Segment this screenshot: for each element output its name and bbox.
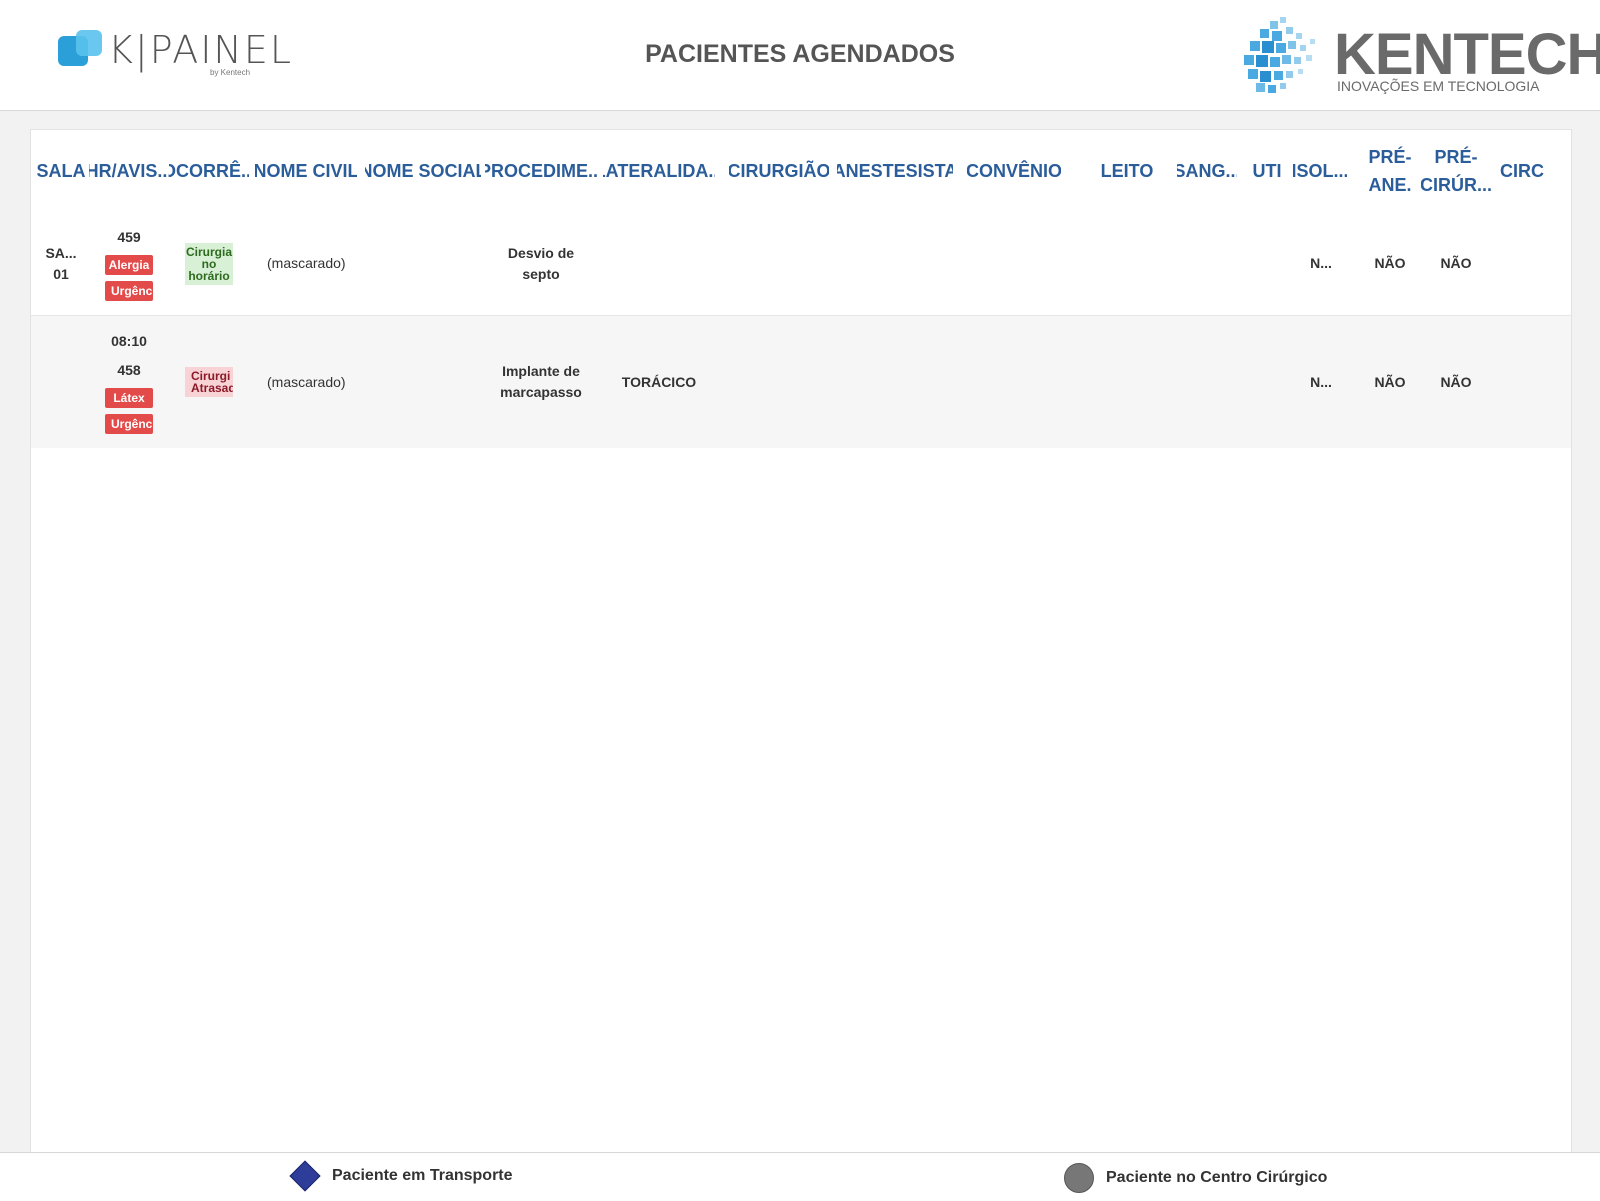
scheduled-time: 08:10 <box>111 333 147 349</box>
patients-table: SALA HR/AVIS... OCORRÊ... NOME CIVIL NOM… <box>30 129 1572 1153</box>
aviso-number: 458 <box>117 362 141 378</box>
occurrence-line: Cirurgia <box>185 244 232 259</box>
alert-badge: Urgênc <box>105 281 153 301</box>
cell-procedimento: Desvio de septo <box>507 244 575 282</box>
col-header-anestesista[interactable]: ANESTESISTA <box>837 130 953 212</box>
cell-ocorrencia: Cirurgia no horário <box>185 212 233 315</box>
cell-isolamento: N... <box>1310 373 1332 390</box>
col-header-pre-anestesia-line1: PRÉ- <box>1368 147 1412 167</box>
cell-pre-cirurgia: NÃO <box>1440 373 1472 390</box>
cell-hr-aviso: 459 Alergia Urgênc <box>105 212 153 315</box>
cell-nome-civil: (mascarado) <box>267 255 346 271</box>
col-header-ocorrencia[interactable]: OCORRÊ... <box>169 130 249 212</box>
col-header-nome-social[interactable]: NOME SOCIAL <box>365 130 481 212</box>
cell-sala <box>39 316 83 448</box>
sala-label: SA... <box>45 244 77 261</box>
cell-hr-aviso: 08:10 458 Látex Urgênc <box>105 316 153 448</box>
cell-procedimento: Implante de marcapasso <box>500 363 582 400</box>
kentech-logo-name: KENTECH <box>1334 22 1600 87</box>
cell-pre-cirurgia: NÃO <box>1440 255 1472 271</box>
alert-badge: Urgênc <box>105 414 153 434</box>
app-header: K|PAINEL by Kentech PACIENTES AGENDADOS <box>0 0 1600 111</box>
col-header-sala[interactable]: SALA <box>37 130 85 212</box>
cell-ocorrencia: Cirurgi Atrasad <box>185 316 233 448</box>
occurrence-status-badge: Cirurgia no horário <box>185 242 233 285</box>
sala-number: 01 <box>53 265 69 282</box>
legend-footer: Paciente em Transporte Paciente no Centr… <box>0 1152 1600 1201</box>
col-header-isolamento[interactable]: ISOL... <box>1293 130 1347 212</box>
col-header-sangue[interactable]: SANG... <box>1177 130 1237 212</box>
alert-badge: Alergia <box>105 255 153 275</box>
col-header-pre-anestesia-line2: ANE. <box>1368 175 1412 195</box>
cell-nome-social <box>377 212 477 315</box>
kentech-logo-tagline: INOVAÇÕES EM TECNOLOGIA <box>1337 78 1540 94</box>
col-header-lateralidade[interactable]: LATERALIDA... <box>603 130 715 212</box>
col-header-pre-cirurgia[interactable]: PRÉ- CIRÚR... <box>1421 130 1491 212</box>
col-header-pre-anestesia[interactable]: PRÉ- ANE. <box>1361 130 1419 212</box>
col-header-nome-civil[interactable]: NOME CIVIL <box>255 130 357 212</box>
cell-sala: SA... 01 <box>39 212 83 315</box>
legend-transport-label: Paciente em Transporte <box>332 1167 513 1184</box>
cell-pre-anestesia: NÃO <box>1374 255 1406 271</box>
col-header-hr-aviso[interactable]: HR/AVIS... <box>89 130 169 212</box>
col-header-pre-cirurgia-line2: CIRÚR... <box>1421 175 1491 195</box>
kpainel-logo-by: by Kentech <box>210 68 251 77</box>
aviso-number: 459 <box>117 229 141 245</box>
col-header-circulante[interactable]: CIRC <box>1497 130 1547 212</box>
col-header-convenio[interactable]: CONVÊNIO <box>967 130 1061 212</box>
legend-center: Paciente no Centro Cirúrgico <box>1064 1163 1327 1193</box>
col-header-leito[interactable]: LEITO <box>1099 130 1155 212</box>
legend-transport: Paciente em Transporte <box>289 1160 513 1192</box>
col-header-uti[interactable]: UTI <box>1249 130 1285 212</box>
col-header-cirurgiao[interactable]: CIRURGIÃO <box>729 130 829 212</box>
table-header: SALA HR/AVIS... OCORRÊ... NOME CIVIL NOM… <box>31 130 1571 213</box>
cell-lateralidade <box>611 212 707 315</box>
occurrence-status-badge: Cirurgi Atrasad <box>185 367 233 397</box>
col-header-procedimento[interactable]: PROCEDIME... <box>485 130 597 212</box>
occurrence-line: no <box>201 256 217 271</box>
circle-icon <box>1064 1163 1094 1193</box>
kentech-pixel-globe-icon <box>1244 17 1315 93</box>
alert-badge: Látex <box>105 388 153 408</box>
table-row[interactable]: 08:10 458 Látex Urgênc Cirurgi Atrasad (… <box>31 316 1571 448</box>
table-row[interactable]: SA... 01 459 Alergia Urgênc Cirurgia no … <box>31 212 1571 316</box>
kentech-logo: KENTECH INOVAÇÕES EM TECNOLOGIA <box>1240 10 1600 100</box>
cell-lateralidade: TORÁCICO <box>621 373 697 390</box>
cell-nome-civil: (mascarado) <box>267 373 346 390</box>
col-header-pre-cirurgia-line1: PRÉ- <box>1434 147 1478 167</box>
occurrence-line: horário <box>188 268 230 283</box>
cell-isolamento: N... <box>1310 255 1332 271</box>
occurrence-line: Atrasad <box>191 381 233 395</box>
cell-pre-anestesia: NÃO <box>1374 373 1406 390</box>
diamond-icon <box>289 1160 321 1192</box>
legend-center-label: Paciente no Centro Cirúrgico <box>1106 1169 1328 1186</box>
cell-nome-social <box>377 316 477 448</box>
